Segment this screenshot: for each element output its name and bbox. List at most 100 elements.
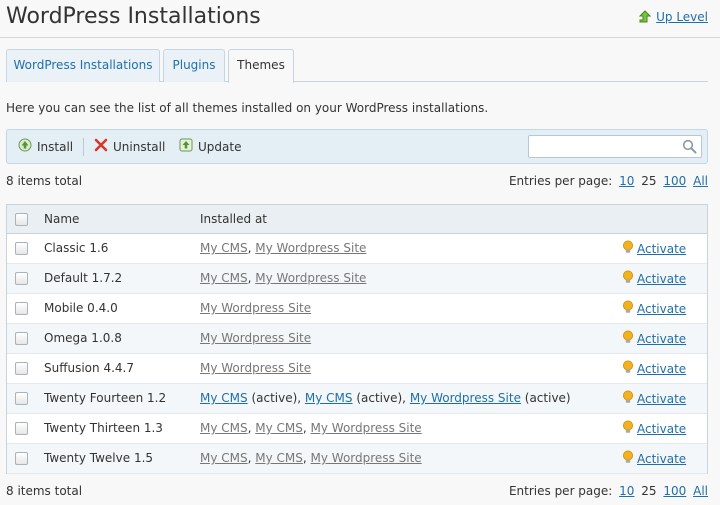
theme-name: Suffusion 4.4.7 [44, 361, 134, 375]
table-row: Twenty Fourteen 1.2 My CMS (active), My C… [7, 384, 707, 414]
entries-per-page: Entries per page: 10 25 100 All [509, 174, 708, 188]
install-button[interactable]: Install [18, 130, 73, 163]
activate-action[interactable]: Activate [622, 240, 686, 258]
up-level-label[interactable]: Up Level [656, 10, 708, 24]
up-arrow-icon [638, 10, 652, 24]
installed-at: My CMS (active), My CMS (active), My Wor… [200, 391, 571, 405]
tab-bar: WordPress Installations Plugins Themes [6, 49, 708, 83]
magnifier-icon[interactable] [682, 139, 697, 157]
per-page-all[interactable]: All [693, 174, 708, 188]
row-checkbox[interactable] [15, 272, 28, 285]
activate-link[interactable]: Activate [637, 392, 686, 406]
activate-action[interactable]: Activate [622, 330, 686, 348]
activate-link[interactable]: Activate [637, 422, 686, 436]
lightbulb-icon [622, 300, 634, 318]
activate-action[interactable]: Activate [622, 450, 686, 468]
row-checkbox[interactable] [15, 362, 28, 375]
items-total: 8 items total [6, 484, 83, 498]
row-checkbox[interactable] [15, 392, 28, 405]
activate-link[interactable]: Activate [637, 272, 686, 286]
tab-wordpress-installations[interactable]: WordPress Installations [6, 49, 160, 82]
lightbulb-icon [622, 390, 634, 408]
activate-link[interactable]: Activate [637, 302, 686, 316]
site-link[interactable]: My Wordpress Site [255, 271, 366, 285]
site-link[interactable]: My CMS [200, 421, 248, 435]
site-separator: (active) [520, 391, 571, 405]
site-link[interactable]: My CMS [255, 421, 303, 435]
pagination-top: 8 items total Entries per page: 10 25 10… [6, 174, 708, 190]
red-x-icon [94, 138, 108, 155]
per-page-all[interactable]: All [693, 484, 708, 498]
update-icon [179, 138, 193, 155]
row-checkbox[interactable] [15, 332, 28, 345]
up-level-link[interactable]: Up Level [638, 10, 708, 24]
search-input[interactable] [529, 136, 679, 157]
site-link[interactable]: My Wordpress Site [200, 331, 311, 345]
theme-name: Twenty Twelve 1.5 [44, 451, 154, 465]
activate-link[interactable]: Activate [637, 332, 686, 346]
activate-link[interactable]: Activate [637, 452, 686, 466]
per-page-10[interactable]: 10 [619, 174, 634, 188]
uninstall-label: Uninstall [113, 139, 166, 154]
column-name: Name [44, 212, 80, 226]
site-link[interactable]: My Wordpress Site [311, 451, 422, 465]
table-row: Default 1.7.2 My CMS, My Wordpress Site Ac… [7, 264, 707, 294]
install-label: Install [37, 139, 74, 154]
page-title: WordPress Installations [6, 4, 261, 29]
activate-action[interactable]: Activate [622, 360, 686, 378]
activate-action[interactable]: Activate [622, 300, 686, 318]
activate-link[interactable]: Activate [637, 362, 686, 376]
tab-plugins[interactable]: Plugins [163, 49, 225, 82]
site-separator: , [302, 451, 311, 465]
site-separator: , [302, 421, 311, 435]
site-link[interactable]: My Wordpress Site [311, 421, 422, 435]
tab-themes[interactable]: Themes [228, 49, 294, 83]
theme-name: Mobile 0.4.0 [44, 301, 118, 315]
activate-action[interactable]: Activate [622, 270, 686, 288]
table-row: Suffusion 4.4.7 My Wordpress Site Activate [7, 354, 707, 384]
site-link[interactable]: My Wordpress Site [255, 241, 366, 255]
table-row: Mobile 0.4.0 My Wordpress Site Activate [7, 294, 707, 324]
site-link[interactable]: My Wordpress Site [410, 391, 521, 405]
per-page-25-current: 25 [641, 484, 657, 498]
update-button[interactable]: Update [179, 130, 241, 163]
site-link[interactable]: My CMS [200, 241, 248, 255]
activate-action[interactable]: Activate [622, 390, 686, 408]
per-page-100[interactable]: 100 [663, 174, 686, 188]
activate-link[interactable]: Activate [637, 242, 686, 256]
row-checkbox[interactable] [15, 242, 28, 255]
entries-label: Entries per page: [508, 484, 613, 498]
install-icon [18, 138, 32, 155]
site-link[interactable]: My CMS [200, 391, 248, 405]
installed-at: My CMS, My Wordpress Site [200, 241, 366, 255]
site-link[interactable]: My CMS [255, 451, 303, 465]
title-bar: WordPress Installations Up Level [0, 0, 720, 38]
toolbar-divider [83, 138, 84, 156]
site-separator: (active), [352, 391, 410, 405]
entries-label: Entries per page: [508, 174, 613, 188]
site-link[interactable]: My Wordpress Site [200, 301, 311, 315]
toolbar: Install Uninstall Update [6, 129, 708, 164]
row-checkbox[interactable] [15, 422, 28, 435]
site-link[interactable]: My CMS [200, 271, 248, 285]
theme-name: Twenty Thirteen 1.3 [44, 421, 163, 435]
lightbulb-icon [622, 330, 634, 348]
row-checkbox[interactable] [15, 302, 28, 315]
lightbulb-icon [622, 360, 634, 378]
per-page-10[interactable]: 10 [619, 484, 634, 498]
select-all-checkbox[interactable] [15, 213, 28, 226]
installed-at: My Wordpress Site [200, 361, 311, 375]
activate-action[interactable]: Activate [622, 420, 686, 438]
uninstall-button[interactable]: Uninstall [94, 130, 165, 163]
table-row: Twenty Thirteen 1.3 My CMS, My CMS, My Wo… [7, 414, 707, 444]
theme-name: Twenty Fourteen 1.2 [44, 391, 167, 405]
per-page-25-current: 25 [641, 174, 657, 188]
search-box[interactable] [528, 135, 702, 158]
site-link[interactable]: My CMS [305, 391, 353, 405]
theme-name: Omega 1.0.8 [44, 331, 122, 345]
site-link[interactable]: My CMS [200, 451, 248, 465]
per-page-100[interactable]: 100 [663, 484, 686, 498]
site-link[interactable]: My Wordpress Site [200, 361, 311, 375]
lightbulb-icon [622, 450, 634, 468]
row-checkbox[interactable] [15, 452, 28, 465]
